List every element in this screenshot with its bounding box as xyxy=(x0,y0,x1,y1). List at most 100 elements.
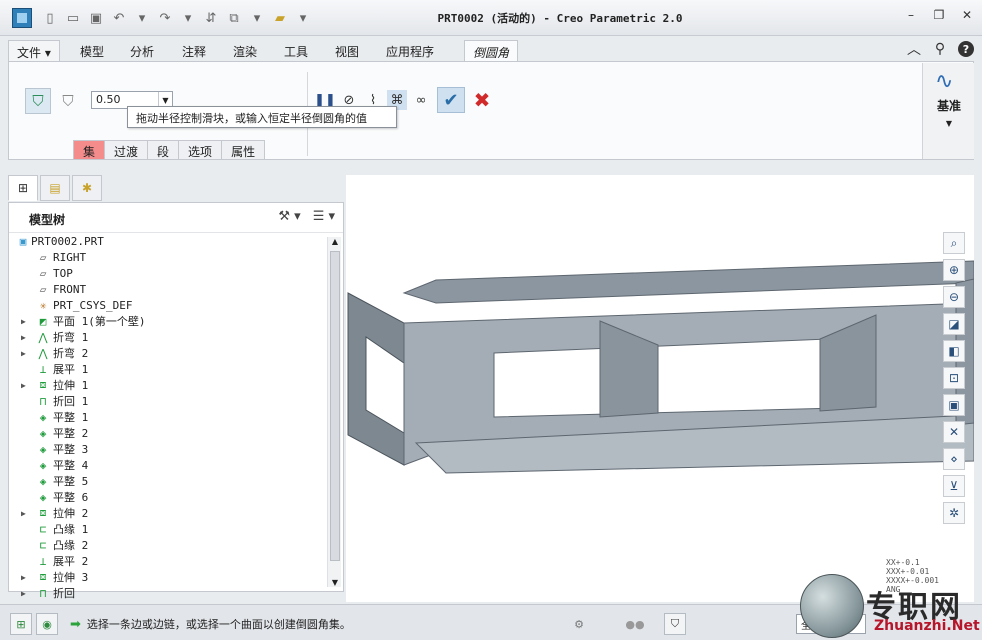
scroll-up-icon[interactable]: ▲ xyxy=(328,237,342,246)
windows-icon[interactable]: ⧉ xyxy=(224,8,244,28)
subtab-properties[interactable]: 属性 xyxy=(222,140,266,160)
flat-icon: ◈ xyxy=(39,474,47,488)
expand-icon[interactable]: ▶ xyxy=(21,381,31,390)
subtab-sets[interactable]: 集 xyxy=(73,140,106,160)
tree-row-bendback-2[interactable]: ▶ ⊓ 折回 xyxy=(9,585,327,601)
tree-row-part[interactable]: ▣ PRT0002.PRT xyxy=(9,233,327,249)
tab-analysis[interactable]: 分析 xyxy=(122,40,162,62)
view-manager-icon[interactable]: ▣ xyxy=(943,394,965,416)
subtab-options[interactable]: 选项 xyxy=(179,140,223,160)
regenerate-icon[interactable]: ⇵ xyxy=(201,8,221,28)
csys-display-icon[interactable]: ⊻ xyxy=(943,475,965,497)
plane-display-icon[interactable]: ✕ xyxy=(943,421,965,443)
ok-checkmark-icon[interactable]: ✔ xyxy=(437,87,465,113)
tree-show-icon[interactable]: ☰ ▾ xyxy=(313,209,335,224)
tab-render[interactable]: 渲染 xyxy=(225,40,265,62)
expand-icon[interactable]: ▶ xyxy=(21,589,31,598)
maximize-icon[interactable]: ❐ xyxy=(932,8,946,22)
open-file-icon[interactable]: ▭ xyxy=(63,8,83,28)
tree-row-flat-wall[interactable]: ▶ ◩ 平面 1(第一个壁) xyxy=(9,313,327,329)
subtab-pieces[interactable]: 段 xyxy=(148,140,180,160)
tree-row-bend-2[interactable]: ▶ ⋀ 折弯 2 xyxy=(9,345,327,361)
collapse-ribbon-icon[interactable]: ︿ xyxy=(906,41,922,58)
help-icon[interactable]: ? xyxy=(958,41,974,57)
expand-icon[interactable]: ▶ xyxy=(21,573,31,582)
tree-row-csys[interactable]: ✳ PRT_CSYS_DEF xyxy=(9,297,327,313)
datum-group[interactable]: ∿ 基准 ▼ xyxy=(922,63,974,159)
customize-toolbar-icon[interactable]: ▾ xyxy=(293,8,313,28)
creo-app-icon[interactable] xyxy=(12,8,32,28)
tree-row-unbend-1[interactable]: ⊥ 展平 1 xyxy=(9,361,327,377)
zoom-out-icon[interactable]: ⊖ xyxy=(943,286,965,308)
find-icon[interactable]: ⛉ xyxy=(664,613,686,635)
save-icon[interactable]: ▣ xyxy=(86,8,106,28)
graphics-window[interactable] xyxy=(346,175,975,602)
annotation-display-icon[interactable]: ✲ xyxy=(943,502,965,524)
model-tree-scrollbar[interactable]: ▲ ▼ xyxy=(327,237,341,587)
point-display-icon[interactable]: ⋄ xyxy=(943,448,965,470)
toggle-navigator-icon[interactable]: ⊞ xyxy=(10,613,32,635)
glasses-preview-icon[interactable]: ∞ xyxy=(411,90,431,110)
tab-tools[interactable]: 工具 xyxy=(276,40,316,62)
tree-row-extrude-2[interactable]: ▶ ⧈ 拉伸 2 xyxy=(9,505,327,521)
minimize-icon[interactable]: – xyxy=(904,8,918,22)
new-file-icon[interactable]: ▯ xyxy=(40,8,60,28)
constant-round-icon[interactable]: ⛉ xyxy=(25,88,51,114)
model-tree-tab-icon[interactable]: ⊞ xyxy=(8,175,38,201)
redo-dropdown-icon[interactable]: ▾ xyxy=(178,8,198,28)
undo-dropdown-icon[interactable]: ▾ xyxy=(132,8,152,28)
tree-row-flat-3[interactable]: ◈ 平整 3 xyxy=(9,441,327,457)
tree-row-bend-1[interactable]: ▶ ⋀ 折弯 1 xyxy=(9,329,327,345)
refit-icon[interactable]: ⌕ xyxy=(943,232,965,254)
tree-row-right[interactable]: ▱ RIGHT xyxy=(9,249,327,265)
folder-browser-tab-icon[interactable]: ▤ xyxy=(40,175,70,201)
toggle-browser-icon[interactable]: ◉ xyxy=(36,613,58,635)
tab-applications[interactable]: 应用程序 xyxy=(378,40,442,62)
tree-row-flat-6[interactable]: ◈ 平整 6 xyxy=(9,489,327,505)
saved-orientations-icon[interactable]: ⊡ xyxy=(943,367,965,389)
tree-row-bendback-1[interactable]: ⊓ 折回 1 xyxy=(9,393,327,409)
tab-round[interactable]: 倒圆角 xyxy=(464,40,519,62)
cancel-x-icon[interactable]: ✖ xyxy=(469,87,495,113)
tree-row-unbend-2[interactable]: ⊥ 展平 2 xyxy=(9,553,327,569)
expand-icon[interactable]: ▶ xyxy=(21,509,31,518)
tree-row-front[interactable]: ▱ FRONT xyxy=(9,281,327,297)
zoom-in-icon[interactable]: ⊕ xyxy=(943,259,965,281)
regen-status-icon[interactable]: ⚙ xyxy=(568,613,590,635)
full-round-icon[interactable]: ⛉ xyxy=(55,88,81,114)
tab-file[interactable]: 文件 ▾ xyxy=(8,40,60,62)
search-icon[interactable]: ⚲ xyxy=(932,41,948,57)
expand-icon[interactable]: ▶ xyxy=(21,333,31,342)
tree-row-flat-1[interactable]: ◈ 平整 1 xyxy=(9,409,327,425)
tab-annotate[interactable]: 注释 xyxy=(174,40,214,62)
datum-dropdown-icon[interactable]: ▼ xyxy=(923,119,975,128)
tree-row-flange-2[interactable]: ⊏ 凸缘 2 xyxy=(9,537,327,553)
tree-row-extrude-3[interactable]: ▶ ⧈ 拉伸 3 xyxy=(9,569,327,585)
tree-row-top[interactable]: ▱ TOP xyxy=(9,265,327,281)
tree-row-flat-4[interactable]: ◈ 平整 4 xyxy=(9,457,327,473)
windows-dropdown-icon[interactable]: ▾ xyxy=(247,8,267,28)
flat-icon: ◈ xyxy=(39,490,47,504)
favorites-tab-icon[interactable]: ✱ xyxy=(72,175,102,201)
bend-icon: ⋀ xyxy=(38,346,48,360)
close-window-icon[interactable]: ▰ xyxy=(270,8,290,28)
scroll-thumb[interactable] xyxy=(330,251,340,561)
sheet-metal-part[interactable] xyxy=(346,175,975,602)
close-icon[interactable]: ✕ xyxy=(960,8,974,22)
undo-icon[interactable]: ↶ xyxy=(109,8,129,28)
tree-settings-icon[interactable]: ⚒ ▾ xyxy=(278,209,300,224)
tree-row-flat-5[interactable]: ◈ 平整 5 xyxy=(9,473,327,489)
tree-row-flat-2[interactable]: ◈ 平整 2 xyxy=(9,425,327,441)
tab-view[interactable]: 视图 xyxy=(327,40,367,62)
tree-row-flange-1[interactable]: ⊏ 凸缘 1 xyxy=(9,521,327,537)
tab-model[interactable]: 模型 xyxy=(72,40,112,62)
display-style-icon[interactable]: ◧ xyxy=(943,340,965,362)
tree-row-extrude-1[interactable]: ▶ ⧈ 拉伸 1 xyxy=(9,377,327,393)
redo-icon[interactable]: ↷ xyxy=(155,8,175,28)
subtab-transitions[interactable]: 过渡 xyxy=(105,140,149,160)
expand-icon[interactable]: ▶ xyxy=(21,317,31,326)
expand-icon[interactable]: ▶ xyxy=(21,349,31,358)
repaint-icon[interactable]: ◪ xyxy=(943,313,965,335)
scroll-down-icon[interactable]: ▼ xyxy=(328,578,342,587)
datum-plane-icon: ▱ xyxy=(39,266,47,280)
